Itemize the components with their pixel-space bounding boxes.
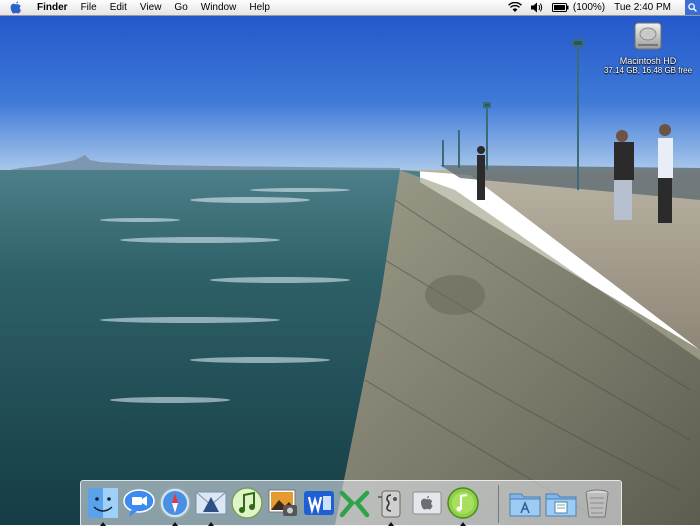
dock-itunes[interactable]: [229, 485, 265, 521]
ichat-icon: [123, 489, 155, 517]
battery-icon: [551, 3, 569, 12]
spotlight-icon[interactable]: [685, 0, 700, 15]
dock-ichat[interactable]: [121, 485, 157, 521]
system-preferences-icon: [378, 490, 401, 518]
dock-garageband[interactable]: [445, 485, 481, 526]
excel-icon: [339, 490, 370, 518]
mail-icon: [195, 491, 227, 515]
running-indicator: [208, 522, 214, 526]
volume-icon[interactable]: [530, 2, 543, 13]
dock-documents-folder[interactable]: [543, 485, 579, 521]
menu-window[interactable]: Window: [201, 0, 237, 15]
trash-icon: [585, 489, 609, 518]
iphoto-icon: [268, 489, 297, 516]
itunes-icon: [231, 487, 263, 519]
hard-drive-icon: [634, 22, 662, 50]
dock-apple-app[interactable]: [409, 485, 445, 521]
dock-applications-folder[interactable]: [507, 485, 543, 521]
menu-clock[interactable]: Tue 2:40 PM: [614, 0, 671, 15]
dock-finder[interactable]: [85, 485, 121, 526]
running-indicator: [100, 522, 106, 526]
dock-trash[interactable]: [579, 485, 615, 521]
wifi-icon[interactable]: [507, 2, 522, 13]
menu-help[interactable]: Help: [249, 0, 270, 15]
menu-go[interactable]: Go: [174, 0, 187, 15]
finder-icon: [88, 488, 118, 518]
apple-menu-icon[interactable]: [10, 1, 22, 14]
running-indicator: [172, 522, 178, 526]
battery-percentage: (100%): [572, 2, 606, 13]
apple-icon: [412, 491, 442, 515]
battery-status[interactable]: (100%): [551, 0, 606, 15]
menu-bar: Finder File Edit View Go Window Help (10…: [0, 0, 700, 16]
running-indicator: [388, 522, 394, 526]
dock-word[interactable]: [301, 485, 337, 521]
safari-icon: [159, 487, 191, 519]
dock-iphoto[interactable]: [265, 485, 301, 521]
garageband-icon: [447, 487, 479, 519]
macintosh-hd-label: Macintosh HD: [619, 56, 677, 66]
documents-folder-icon: [545, 493, 577, 517]
dock-safari[interactable]: [157, 485, 193, 526]
dock: [80, 480, 622, 526]
running-indicator: [460, 522, 466, 526]
macintosh-hd-desktop-icon[interactable]: Macintosh HD 37.14 GB, 16.48 GB free: [600, 20, 696, 76]
dock-system-preferences[interactable]: [373, 485, 409, 526]
desktop-wallpaper: [0, 0, 700, 525]
word-icon: [304, 491, 334, 515]
dock-excel[interactable]: [337, 485, 373, 521]
dock-mail[interactable]: [193, 485, 229, 526]
menu-view[interactable]: View: [140, 0, 162, 15]
applications-folder-icon: [509, 493, 541, 517]
dock-separator: [498, 485, 499, 523]
menu-finder[interactable]: Finder: [37, 0, 68, 15]
macintosh-hd-info: 37.14 GB, 16.48 GB free: [603, 66, 693, 75]
menu-file[interactable]: File: [81, 0, 97, 15]
menu-edit[interactable]: Edit: [110, 0, 127, 15]
